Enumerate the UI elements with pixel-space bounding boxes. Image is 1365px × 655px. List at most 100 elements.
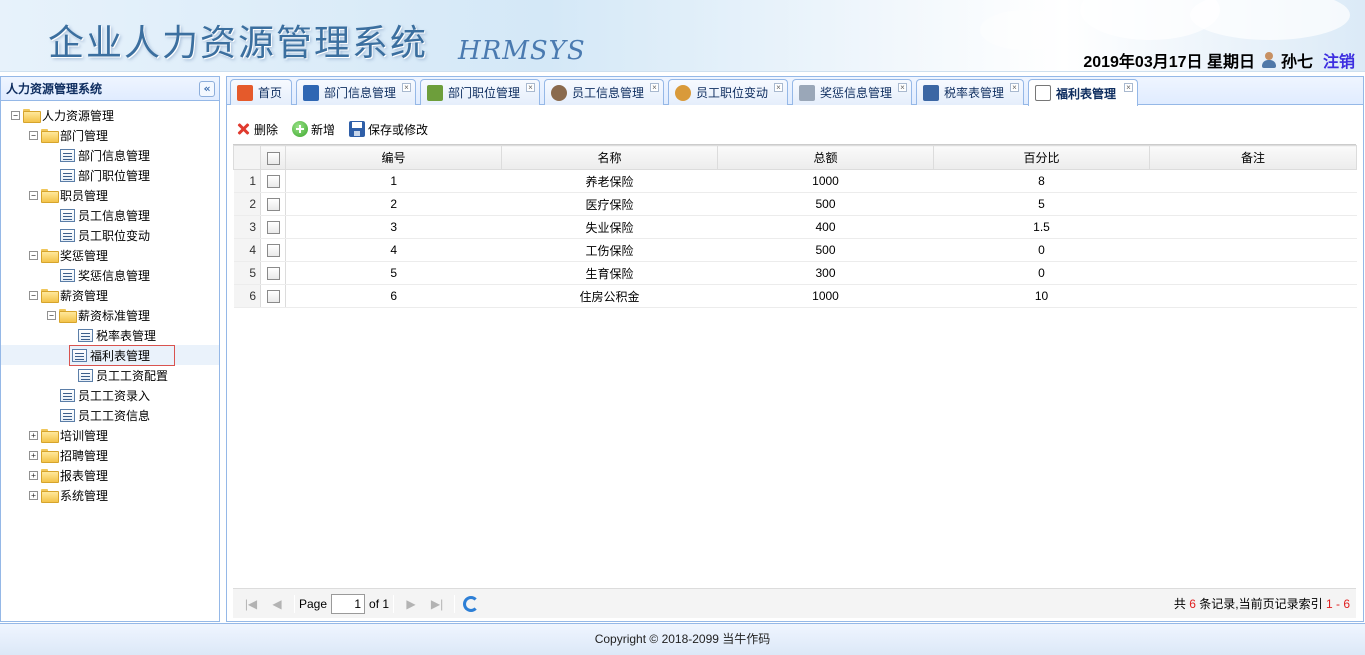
last-page-icon[interactable]: ▶|: [427, 595, 447, 613]
tree-node-recruit[interactable]: + 招聘管理: [1, 445, 219, 465]
cell-name[interactable]: 工伤保险: [501, 238, 718, 262]
collapse-toggle-icon[interactable]: −: [29, 190, 38, 200]
tree-node-staff[interactable]: − 职员管理: [1, 185, 219, 205]
tree-node-system[interactable]: + 系统管理: [1, 485, 219, 505]
cell-note[interactable]: [1149, 284, 1357, 308]
close-icon[interactable]: ×: [1010, 83, 1019, 92]
tab-dept-info[interactable]: 部门信息管理 ×: [296, 79, 416, 105]
row-checkbox[interactable]: [266, 290, 280, 304]
tree-node-dept[interactable]: − 部门管理: [1, 125, 219, 145]
collapse-toggle-icon[interactable]: −: [47, 310, 56, 320]
first-page-icon[interactable]: |◀: [241, 595, 261, 613]
cell-percent[interactable]: 5: [933, 192, 1150, 216]
prev-page-icon[interactable]: ◀: [267, 595, 287, 613]
cell-total[interactable]: 1000: [717, 284, 934, 308]
expand-toggle-icon[interactable]: +: [29, 450, 38, 460]
tab-home[interactable]: 首页: [230, 79, 292, 105]
tree-node-tax[interactable]: 税率表管理: [1, 325, 219, 345]
tab-dept-pos[interactable]: 部门职位管理 ×: [420, 79, 540, 105]
tree-node-wage-info[interactable]: 员工工资信息: [1, 405, 219, 425]
tab-reward-info[interactable]: 奖惩信息管理 ×: [792, 79, 912, 105]
close-icon[interactable]: ×: [774, 83, 783, 92]
close-icon[interactable]: ×: [898, 83, 907, 92]
cell-total[interactable]: 500: [717, 192, 934, 216]
column-header-total[interactable]: 总额: [717, 145, 934, 170]
tree-node-reward-info[interactable]: 奖惩信息管理: [1, 265, 219, 285]
cell-note[interactable]: [1149, 238, 1357, 262]
cell-percent[interactable]: 0: [933, 238, 1150, 262]
tree-node-salary[interactable]: − 薪资管理: [1, 285, 219, 305]
row-checkbox[interactable]: [266, 244, 280, 258]
tree-node-train[interactable]: + 培训管理: [1, 425, 219, 445]
cell-total[interactable]: 300: [717, 261, 934, 285]
cell-percent[interactable]: 8: [933, 169, 1150, 193]
tab-staff-info[interactable]: 员工信息管理 ×: [544, 79, 664, 105]
row-select-cell[interactable]: [260, 284, 286, 308]
cell-id[interactable]: 4: [285, 238, 502, 262]
row-select-cell[interactable]: [260, 238, 286, 262]
logout-link[interactable]: 注销: [1323, 48, 1355, 71]
cell-name[interactable]: 生育保险: [501, 261, 718, 285]
expand-toggle-icon[interactable]: +: [29, 470, 38, 480]
cell-note[interactable]: [1149, 192, 1357, 216]
tree-node-wage-entry[interactable]: 员工工资录入: [1, 385, 219, 405]
close-icon[interactable]: ×: [402, 83, 411, 92]
row-checkbox[interactable]: [266, 175, 280, 189]
table-row[interactable]: 3 3 失业保险 400 1.5: [233, 215, 1357, 239]
save-button[interactable]: 保存或修改: [346, 119, 431, 140]
tree-node-root[interactable]: − 人力资源管理: [1, 105, 219, 125]
row-select-cell[interactable]: [260, 215, 286, 239]
tree-node-salary-std[interactable]: − 薪资标准管理: [1, 305, 219, 325]
column-header-id[interactable]: 编号: [285, 145, 502, 170]
cell-percent[interactable]: 1.5: [933, 215, 1150, 239]
cell-name[interactable]: 医疗保险: [501, 192, 718, 216]
close-icon[interactable]: ×: [1124, 83, 1133, 92]
column-header-name[interactable]: 名称: [501, 145, 718, 170]
tab-tax[interactable]: 税率表管理 ×: [916, 79, 1024, 105]
row-select-cell[interactable]: [260, 192, 286, 216]
table-row[interactable]: 2 2 医疗保险 500 5: [233, 192, 1357, 216]
table-row[interactable]: 4 4 工伤保险 500 0: [233, 238, 1357, 262]
close-icon[interactable]: ×: [650, 83, 659, 92]
page-number-input[interactable]: [331, 593, 366, 614]
tab-staff-pos[interactable]: 员工职位变动 ×: [668, 79, 788, 105]
tree-node-welfare-selected[interactable]: 福利表管理: [1, 344, 219, 366]
tree-node-report[interactable]: + 报表管理: [1, 465, 219, 485]
table-row[interactable]: 1 1 养老保险 1000 8: [233, 169, 1357, 193]
tree-node-wage-conf[interactable]: 员工工资配置: [1, 365, 219, 385]
tree-node-reward[interactable]: − 奖惩管理: [1, 245, 219, 265]
close-icon[interactable]: ×: [526, 83, 535, 92]
cell-name[interactable]: 失业保险: [501, 215, 718, 239]
cell-name[interactable]: 住房公积金: [501, 284, 718, 308]
table-row[interactable]: 6 6 住房公积金 1000 10: [233, 284, 1357, 308]
cell-id[interactable]: 5: [285, 261, 502, 285]
row-select-cell[interactable]: [260, 169, 286, 193]
collapse-toggle-icon[interactable]: −: [29, 130, 38, 140]
selected-node-box[interactable]: 福利表管理: [69, 344, 176, 366]
delete-button[interactable]: 删除: [232, 119, 281, 140]
cell-total[interactable]: 400: [717, 215, 934, 239]
collapse-icon[interactable]: «: [199, 80, 215, 97]
column-header-percent[interactable]: 百分比: [933, 145, 1150, 170]
tab-welfare-active[interactable]: 福利表管理 ×: [1028, 79, 1138, 106]
row-select-cell[interactable]: [260, 261, 286, 285]
cell-id[interactable]: 1: [285, 169, 502, 193]
tree-node-dept-pos[interactable]: 部门职位管理: [1, 165, 219, 185]
row-checkbox[interactable]: [266, 198, 280, 212]
collapse-toggle-icon[interactable]: −: [29, 290, 38, 300]
cell-note[interactable]: [1149, 169, 1357, 193]
expand-toggle-icon[interactable]: +: [29, 430, 38, 440]
cell-percent[interactable]: 0: [933, 261, 1150, 285]
add-button[interactable]: 新增: [289, 119, 338, 140]
refresh-icon[interactable]: [463, 595, 480, 612]
select-all-checkbox[interactable]: [266, 151, 280, 165]
tree-node-staff-info[interactable]: 员工信息管理: [1, 205, 219, 225]
next-page-icon[interactable]: ▶: [401, 595, 421, 613]
row-checkbox[interactable]: [266, 267, 280, 281]
tree-node-staff-pos[interactable]: 员工职位变动: [1, 225, 219, 245]
collapse-toggle-icon[interactable]: −: [29, 250, 38, 260]
cell-total[interactable]: 1000: [717, 169, 934, 193]
cell-note[interactable]: [1149, 261, 1357, 285]
cell-note[interactable]: [1149, 215, 1357, 239]
select-all-cell[interactable]: [260, 145, 286, 170]
